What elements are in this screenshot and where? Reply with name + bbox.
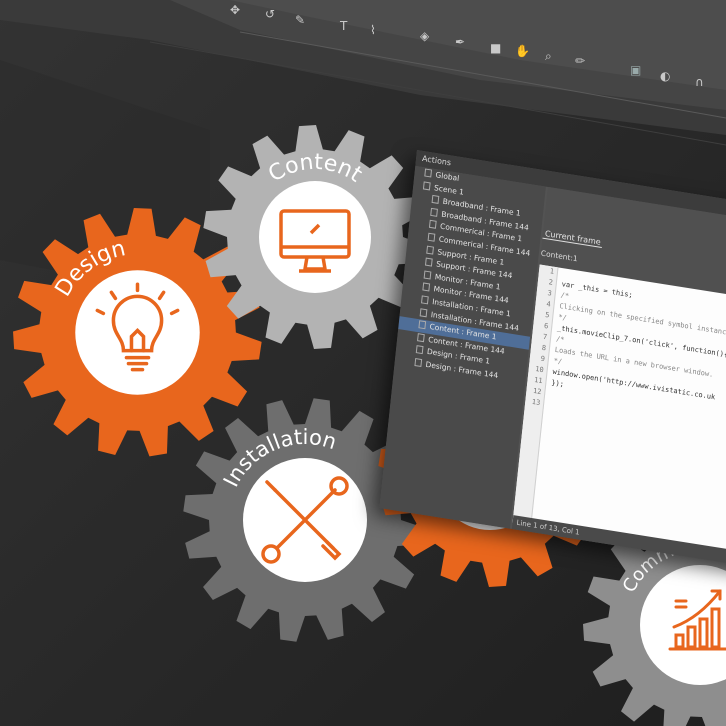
script-icon — [417, 332, 425, 342]
script-icon — [421, 295, 429, 305]
hand-icon[interactable]: ✋ — [515, 45, 530, 57]
script-icon — [414, 357, 423, 367]
script-icon — [422, 282, 431, 292]
actions-panel: Actions Global Scene 1 Broadband : Frame 1… — [379, 150, 726, 570]
script-icon — [428, 220, 437, 230]
script-icon — [424, 257, 433, 267]
script-icon — [418, 320, 427, 330]
code-lines: var _this = this;/* Clicking on the speci… — [548, 268, 726, 437]
eyedropper-icon[interactable]: ✒ — [455, 36, 465, 48]
content-gear-center — [259, 181, 371, 293]
script-icon — [423, 270, 432, 280]
script-icon — [419, 307, 428, 317]
script-icon — [422, 180, 431, 191]
script-icon — [430, 207, 438, 217]
content-gear: Content — [203, 125, 427, 349]
tab-current-frame[interactable]: Current frame — [542, 228, 604, 249]
script-icon — [426, 245, 435, 255]
toolbar: ✥ ↺ ✎ T ⌇ ◈ ✒ ■ ✋ ⌕ ✏ ▣ ◐ ∩ — [190, 0, 726, 88]
zoom-icon[interactable]: ⌕ — [545, 50, 552, 62]
script-icon — [424, 168, 433, 178]
lasso-icon[interactable]: ↺ — [265, 8, 275, 20]
bucket-icon[interactable]: ◈ — [420, 30, 429, 42]
text-icon[interactable]: T — [340, 20, 347, 32]
snap-icon[interactable]: ∩ — [695, 76, 704, 88]
tree-item-label: Global — [435, 170, 460, 183]
fill-color-icon[interactable]: ▣ — [630, 64, 641, 76]
script-icon — [415, 345, 424, 355]
line-number: 13 — [531, 397, 541, 408]
script-icon — [427, 232, 436, 242]
brush-icon[interactable]: ⌇ — [370, 24, 376, 36]
transform-icon[interactable]: ✥ — [230, 4, 240, 16]
scene: ✥ ↺ ✎ T ⌇ ◈ ✒ ■ ✋ ⌕ ✏ ▣ ◐ ∩ Design Conte… — [0, 0, 726, 726]
camera-icon[interactable]: ■ — [490, 42, 501, 54]
editor-location: Content:1 — [540, 248, 579, 264]
stroke-color-icon[interactable]: ✏ — [575, 55, 585, 67]
script-icon — [431, 195, 440, 205]
pen-icon[interactable]: ✎ — [295, 14, 305, 26]
swap-colors-icon[interactable]: ◐ — [660, 70, 670, 82]
code-editor: Current frame Content:1 1 2 3 4 5 6 7 8 9 10 11 12 1… — [511, 186, 726, 570]
